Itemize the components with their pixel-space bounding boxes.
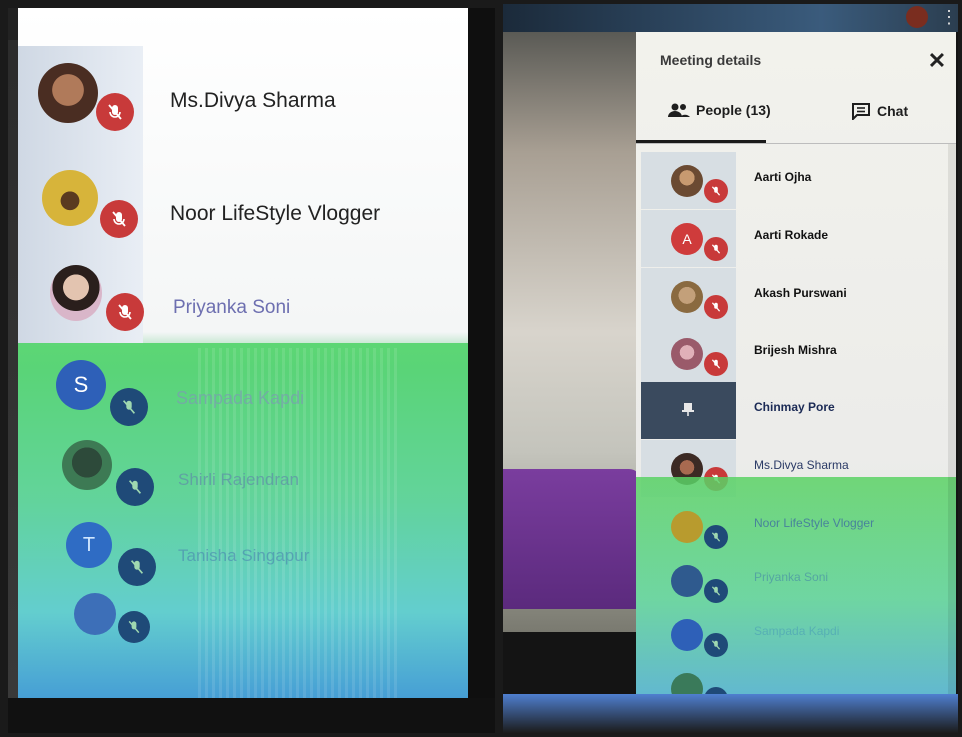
avatar xyxy=(671,511,703,543)
avatar xyxy=(50,265,102,321)
participant-name: Noor LifeStyle Vlogger xyxy=(754,516,875,530)
mic-off-icon[interactable] xyxy=(704,237,728,261)
people-icon xyxy=(668,103,690,117)
participant-name: Priyanka Soni xyxy=(754,570,829,584)
participant-row[interactable]: Priyanka Soni xyxy=(18,253,478,349)
participant-row[interactable]: A Aarti Rokade xyxy=(636,210,956,267)
right-photo-meeting-details: ⋮ Meeting details ✕ People (13) Chat Aar… xyxy=(503,4,958,733)
avatar xyxy=(671,165,703,197)
participant-row[interactable] xyxy=(18,583,478,679)
mic-off-icon[interactable] xyxy=(116,468,154,506)
left-photo-participant-list: Ms.Divya Sharma Noor LifeStyle Vlogger P… xyxy=(8,8,495,733)
mic-off-icon[interactable] xyxy=(704,295,728,319)
participant-row[interactable]: Ms.Divya Sharma xyxy=(18,53,478,149)
pin-icon[interactable] xyxy=(681,402,695,416)
tab-divider xyxy=(636,143,956,144)
close-button[interactable]: ✕ xyxy=(924,48,950,74)
avatar xyxy=(62,440,112,490)
participant-row[interactable]: Sampada Kapdi xyxy=(636,606,956,663)
participant-name: Tanisha Singapur xyxy=(178,546,310,565)
mic-off-icon[interactable] xyxy=(704,633,728,657)
avatar xyxy=(42,170,98,226)
mic-off-icon[interactable] xyxy=(110,388,148,426)
mic-off-icon[interactable] xyxy=(118,611,150,643)
avatar xyxy=(671,619,703,651)
avatar xyxy=(74,593,116,635)
panel-title: Meeting details xyxy=(660,52,762,68)
mic-off-icon[interactable] xyxy=(96,93,134,131)
mic-off-icon[interactable] xyxy=(704,352,728,376)
chat-icon xyxy=(852,103,870,120)
participant-name: Chinmay Pore xyxy=(754,400,835,414)
avatar xyxy=(671,565,703,597)
participant-name: Brijesh Mishra xyxy=(754,343,837,357)
mic-off-icon[interactable] xyxy=(118,548,156,586)
avatar: S xyxy=(56,360,106,410)
participant-sheet: Ms.Divya Sharma Noor LifeStyle Vlogger P… xyxy=(18,8,488,728)
account-avatar[interactable] xyxy=(906,6,928,28)
participant-name: Priyanka Soni xyxy=(173,297,291,318)
tab-people-label: People (13) xyxy=(696,102,771,118)
mic-off-icon[interactable] xyxy=(704,579,728,603)
participant-row[interactable]: Priyanka Soni xyxy=(636,552,956,609)
avatar xyxy=(671,281,703,313)
tab-chat[interactable]: Chat xyxy=(851,102,908,120)
meeting-details-panel: Meeting details ✕ People (13) Chat Aarti… xyxy=(636,32,956,722)
participant-row[interactable]: Aarti Ojha xyxy=(636,152,956,209)
participant-row[interactable]: Brijesh Mishra xyxy=(636,325,956,382)
bottom-bezel xyxy=(503,694,958,733)
avatar xyxy=(38,63,98,123)
mic-off-icon[interactable] xyxy=(106,293,144,331)
avatar: T xyxy=(66,522,112,568)
mic-off-icon[interactable] xyxy=(704,179,728,203)
more-vert-icon[interactable]: ⋮ xyxy=(940,6,958,28)
participant-row[interactable]: Noor LifeStyle Vlogger xyxy=(636,498,956,555)
participant-name: Aarti Ojha xyxy=(754,170,812,184)
tab-chat-label: Chat xyxy=(877,103,909,119)
browser-top-bar xyxy=(503,4,958,32)
participant-row[interactable]: Chinmay Pore xyxy=(636,382,956,439)
participant-name: Shirli Rajendran xyxy=(178,470,299,489)
participant-row[interactable]: Akash Purswani xyxy=(636,268,956,325)
avatar: A xyxy=(671,223,703,255)
participant-name: Sampada Kapdi xyxy=(754,624,840,638)
mic-off-icon[interactable] xyxy=(100,200,138,238)
participant-name: Akash Purswani xyxy=(754,286,847,300)
bottom-bezel xyxy=(8,698,495,733)
participant-row[interactable]: Noor LifeStyle Vlogger xyxy=(18,158,478,254)
participant-name: Noor LifeStyle Vlogger xyxy=(170,202,381,225)
monitor-bezel xyxy=(468,8,495,733)
participant-name: Sampada Kapdi xyxy=(176,388,305,408)
participant-name: Ms.Divya Sharma xyxy=(170,89,336,112)
participant-name: Ms.Divya Sharma xyxy=(754,458,849,472)
scrollbar[interactable] xyxy=(948,144,956,704)
video-chair xyxy=(503,469,641,609)
participant-name: Aarti Rokade xyxy=(754,228,829,242)
tab-people[interactable]: People (13) xyxy=(668,102,771,118)
avatar xyxy=(671,338,703,370)
mic-off-icon[interactable] xyxy=(704,525,728,549)
